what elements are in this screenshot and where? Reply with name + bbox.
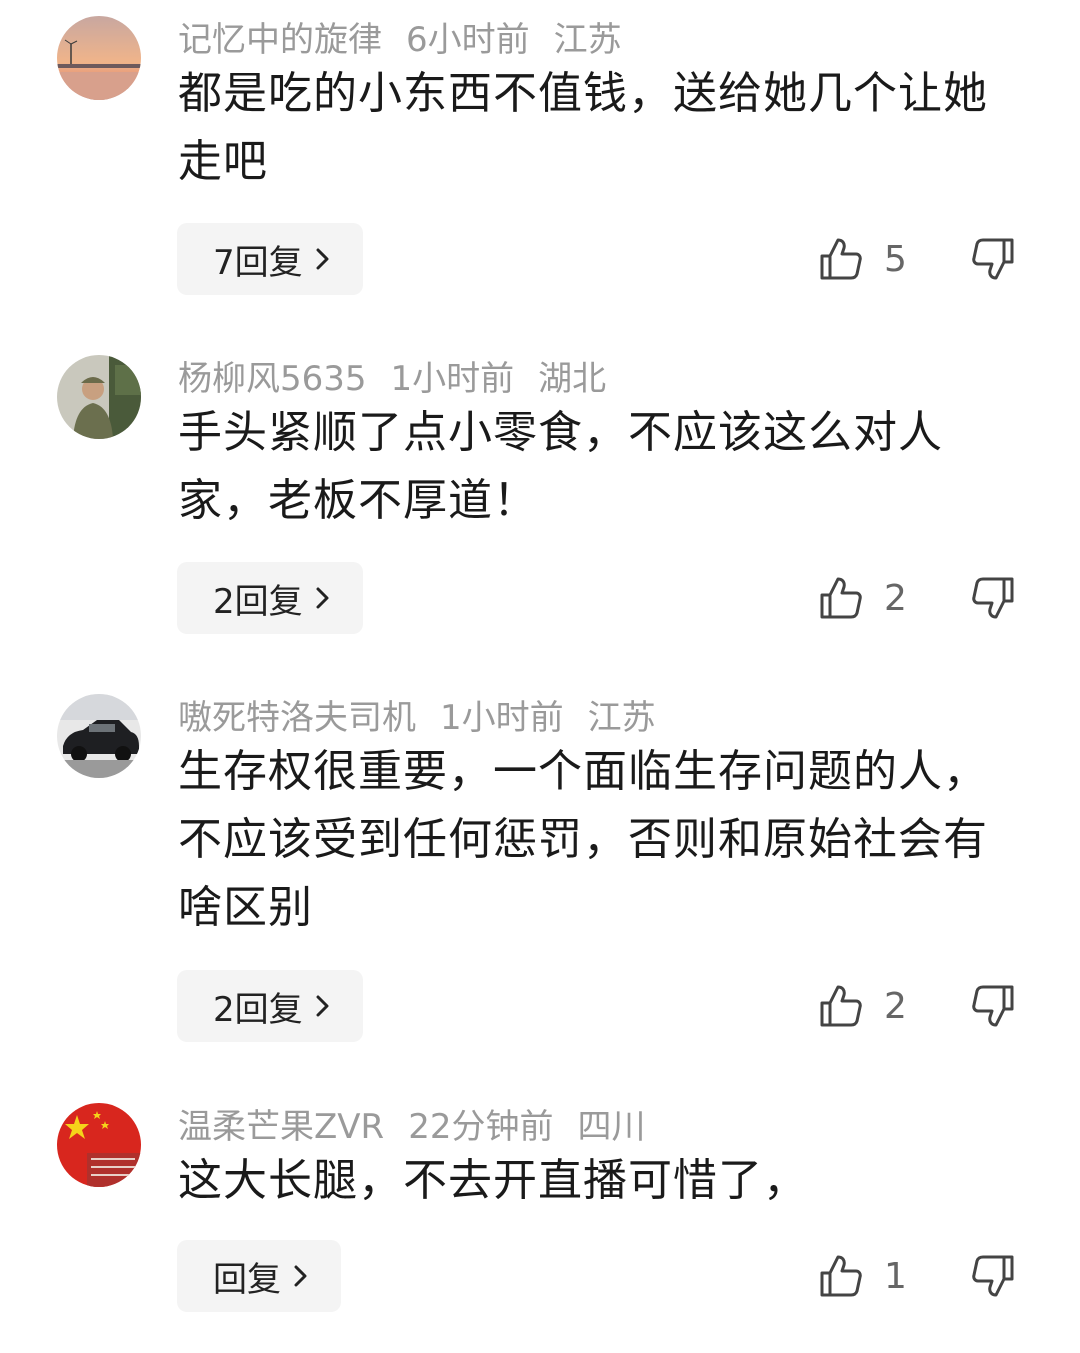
- comment-time: 22分钟前: [408, 1107, 554, 1147]
- thumbs-down-icon: [972, 985, 1014, 1027]
- chevron-right-icon: [316, 587, 329, 609]
- dislike-button[interactable]: [970, 1240, 1016, 1312]
- like-count: 2: [884, 985, 907, 1027]
- comment-time: 1小时前: [440, 698, 564, 738]
- chevron-right-icon: [316, 995, 329, 1017]
- username[interactable]: 记忆中的旋律: [178, 20, 382, 60]
- comment-location: 四川: [577, 1107, 646, 1147]
- like-count: 2: [884, 577, 907, 619]
- chevron-right-icon: [294, 1265, 307, 1287]
- comment-location: 江苏: [587, 698, 656, 738]
- comment-text: 生存权很重要，一个面临生存问题的人，不应该受到任何惩罚，否则和原始社会有啥区别: [178, 746, 988, 933]
- thumbs-up-icon: [820, 577, 862, 619]
- like-button[interactable]: 2: [818, 970, 907, 1042]
- comment-meta: 嗷死特洛夫司机 1小时前 江苏: [178, 696, 680, 740]
- reply-label: 7回复: [213, 242, 303, 283]
- user-avatar[interactable]: [57, 16, 141, 100]
- dislike-button[interactable]: [970, 223, 1016, 295]
- comment-text: 手头紧顺了点小零食，不应该这么对人家，老板不厚道！: [178, 407, 943, 526]
- user-avatar[interactable]: [57, 355, 141, 439]
- reply-button[interactable]: 2回复: [177, 970, 363, 1042]
- thumbs-up-icon: [820, 985, 862, 1027]
- like-button[interactable]: 2: [818, 562, 907, 634]
- dislike-button[interactable]: [970, 970, 1016, 1042]
- user-avatar[interactable]: [57, 694, 141, 778]
- comment-time: 6小时前: [406, 20, 530, 60]
- username[interactable]: 温柔芒果ZVR: [178, 1107, 384, 1147]
- username[interactable]: 嗷死特洛夫司机: [178, 698, 416, 738]
- comment-list: 记忆中的旋律 6小时前 江苏 都是吃的小东西不值钱，送给她几个让她走吧 7回复 5: [0, 0, 1080, 1353]
- comment-time: 1小时前: [390, 359, 515, 399]
- dislike-button[interactable]: [970, 562, 1016, 634]
- like-count: 1: [884, 1255, 907, 1297]
- comment-text: 都是吃的小东西不值钱，送给她几个让她走吧: [178, 68, 988, 187]
- reply-button[interactable]: 回复: [177, 1240, 341, 1312]
- comment-location: 湖北: [538, 359, 607, 399]
- reply-button[interactable]: 2回复: [177, 562, 363, 634]
- reply-button[interactable]: 7回复: [177, 223, 363, 295]
- thumbs-up-icon: [820, 1255, 862, 1297]
- thumbs-down-icon: [972, 577, 1014, 619]
- like-button[interactable]: 5: [818, 223, 907, 295]
- like-button[interactable]: 1: [818, 1240, 907, 1312]
- username[interactable]: 杨柳风5635: [178, 359, 367, 399]
- user-avatar[interactable]: [57, 1103, 141, 1187]
- comment-text: 这大长腿，不去开直播可惜了，: [178, 1155, 808, 1206]
- comment-meta: 杨柳风5635 1小时前 湖北: [178, 357, 630, 401]
- thumbs-down-icon: [972, 238, 1014, 280]
- reply-label: 回复: [213, 1259, 281, 1300]
- comment-meta: 记忆中的旋律 6小时前 江苏: [178, 18, 646, 62]
- like-count: 5: [884, 238, 907, 280]
- thumbs-down-icon: [972, 1255, 1014, 1297]
- chevron-right-icon: [316, 248, 329, 270]
- comment-meta: 温柔芒果ZVR 22分钟前 四川: [178, 1105, 669, 1149]
- comment-location: 江苏: [553, 20, 622, 60]
- reply-label: 2回复: [213, 989, 303, 1030]
- reply-label: 2回复: [213, 581, 303, 622]
- thumbs-up-icon: [820, 238, 862, 280]
